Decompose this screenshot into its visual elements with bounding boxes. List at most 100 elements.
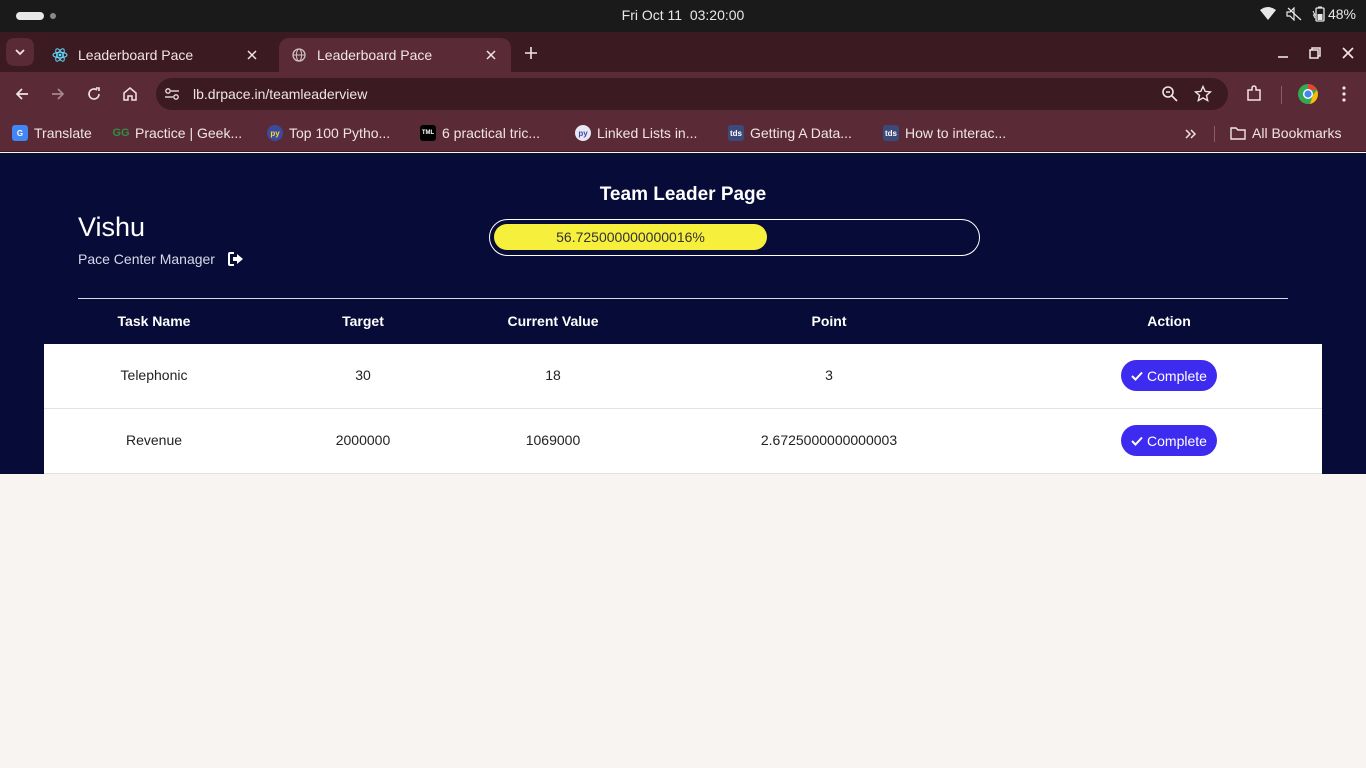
- system-status-area[interactable]: 48%: [1259, 6, 1356, 22]
- close-icon: [1342, 47, 1354, 59]
- toolbar-separator: [1281, 86, 1282, 104]
- column-header-action: Action: [1147, 313, 1191, 329]
- complete-button-label: Complete: [1147, 432, 1207, 449]
- python-icon: py: [575, 125, 591, 141]
- puzzle-icon: [1247, 85, 1261, 101]
- tab-title: Leaderboard Pace: [317, 47, 433, 63]
- close-window-button[interactable]: [1337, 42, 1359, 64]
- site-icon: TML: [420, 125, 436, 141]
- restore-icon: [1309, 47, 1321, 59]
- header-divider: [78, 298, 1288, 299]
- bookmark-label: Linked Lists in...: [597, 125, 698, 141]
- user-name: Vishu: [78, 212, 146, 242]
- browser-toolbar: lb.drpace.in/teamleaderview: [0, 72, 1366, 116]
- bookmarks-separator: [1214, 126, 1215, 142]
- plus-icon: [525, 47, 537, 59]
- column-header-current-value: Current Value: [507, 313, 599, 329]
- bookmark-label: Practice | Geek...: [135, 125, 243, 141]
- chevron-down-icon: [15, 49, 25, 56]
- bookmark-translate[interactable]: G Translate: [12, 123, 92, 143]
- forward-button[interactable]: [46, 82, 70, 106]
- os-top-bar: Fri Oct 11 03:20:00 48%: [0, 0, 1366, 32]
- bookmark-geeksforgeeks[interactable]: GG Practice | Geek...: [112, 123, 243, 143]
- reload-icon: [88, 87, 100, 100]
- home-button[interactable]: [118, 82, 142, 106]
- browser-tab-bar: Leaderboard Pace Leaderboard Pace: [0, 32, 1366, 72]
- bookmark-star-icon[interactable]: [1193, 84, 1213, 103]
- browser-menu-button[interactable]: [1332, 82, 1356, 106]
- point-cell: 2.6725000000000003: [760, 432, 898, 448]
- new-tab-button[interactable]: [520, 42, 542, 64]
- page-title: Team Leader Page: [599, 184, 767, 205]
- target-cell: 2000000: [335, 432, 391, 448]
- tds-icon: tds: [883, 125, 899, 141]
- forward-arrow-icon: [52, 88, 65, 100]
- back-arrow-icon: [15, 88, 28, 100]
- chrome-profile-icon: [1298, 84, 1318, 104]
- kebab-menu-icon: [1342, 86, 1346, 102]
- battery-charging-icon: [1312, 6, 1325, 22]
- volume-muted-icon: [1286, 7, 1302, 21]
- bookmark-how-to-interact[interactable]: tds How to interac...: [883, 123, 1006, 143]
- back-button[interactable]: [10, 82, 34, 106]
- bookmark-getting-data[interactable]: tds Getting A Data...: [728, 123, 852, 143]
- target-cell: 30: [355, 367, 371, 383]
- task-name-cell: Telephonic: [120, 367, 188, 383]
- minimize-button[interactable]: [1272, 42, 1294, 64]
- table-row: Telephonic 30 18 3 Complete: [44, 344, 1322, 409]
- all-bookmarks-button[interactable]: All Bookmarks: [1230, 123, 1341, 143]
- checkmark-icon: [1131, 436, 1143, 446]
- table-row: Revenue 2000000 1069000 2.67250000000000…: [44, 409, 1322, 474]
- progress-label: 56.725000000000016%: [556, 229, 705, 245]
- bookmark-python-top100[interactable]: py Top 100 Pytho...: [267, 123, 390, 143]
- column-header-point: Point: [811, 313, 847, 329]
- close-tab-icon[interactable]: [244, 47, 260, 63]
- python-icon: py: [267, 125, 283, 141]
- task-table: Telephonic 30 18 3 Complete Revenue 2000…: [44, 344, 1322, 474]
- logout-icon[interactable]: [228, 252, 244, 266]
- tab-search-button[interactable]: [6, 38, 34, 66]
- double-chevron-right-icon: [1185, 129, 1197, 139]
- more-bookmarks-button[interactable]: [1181, 125, 1201, 143]
- tab-leaderboard-2[interactable]: Leaderboard Pace: [279, 38, 511, 72]
- bookmark-label: How to interac...: [905, 125, 1007, 141]
- react-icon: [52, 47, 68, 63]
- home-icon: [123, 87, 137, 101]
- column-header-task-name: Task Name: [117, 313, 191, 329]
- all-bookmarks-label: All Bookmarks: [1252, 125, 1342, 141]
- current-value-cell: 1069000: [525, 432, 581, 448]
- profile-button[interactable]: [1296, 82, 1320, 106]
- progress-bar: 56.725000000000016%: [489, 219, 980, 256]
- tab-leaderboard-1[interactable]: Leaderboard Pace: [40, 38, 272, 72]
- complete-button-label: Complete: [1147, 367, 1207, 384]
- minimize-icon: [1278, 56, 1288, 58]
- bookmarks-bar: G Translate GG Practice | Geek... py Top…: [0, 116, 1366, 152]
- os-clock[interactable]: Fri Oct 11 03:20:00: [0, 7, 1366, 23]
- checkmark-icon: [1131, 371, 1143, 381]
- bookmark-label: Translate: [34, 125, 92, 141]
- point-cell: 3: [825, 367, 833, 383]
- bookmark-linked-lists[interactable]: py Linked Lists in...: [575, 123, 697, 143]
- complete-button[interactable]: Complete: [1121, 360, 1217, 391]
- restore-button[interactable]: [1304, 42, 1326, 64]
- address-bar[interactable]: lb.drpace.in/teamleaderview: [156, 78, 1228, 110]
- wifi-icon: [1259, 7, 1276, 20]
- task-name-cell: Revenue: [125, 432, 183, 448]
- reload-button[interactable]: [82, 82, 106, 106]
- current-value-cell: 18: [545, 367, 561, 383]
- tds-icon: tds: [728, 125, 744, 141]
- extensions-button[interactable]: [1242, 82, 1266, 106]
- folder-icon: [1230, 125, 1246, 141]
- google-translate-icon: G: [12, 125, 28, 141]
- close-tab-icon[interactable]: [483, 47, 499, 63]
- bookmark-label: Getting A Data...: [750, 125, 852, 141]
- tab-title: Leaderboard Pace: [78, 47, 194, 63]
- url-text[interactable]: lb.drpace.in/teamleaderview: [193, 86, 367, 102]
- bookmark-practical-tricks[interactable]: TML 6 practical tric...: [420, 123, 540, 143]
- zoom-icon[interactable]: [1161, 85, 1179, 103]
- user-role: Pace Center Manager: [78, 251, 215, 267]
- globe-icon: [291, 47, 307, 63]
- complete-button[interactable]: Complete: [1121, 425, 1217, 456]
- geeksforgeeks-icon: GG: [112, 127, 130, 139]
- site-info-icon[interactable]: [164, 86, 180, 102]
